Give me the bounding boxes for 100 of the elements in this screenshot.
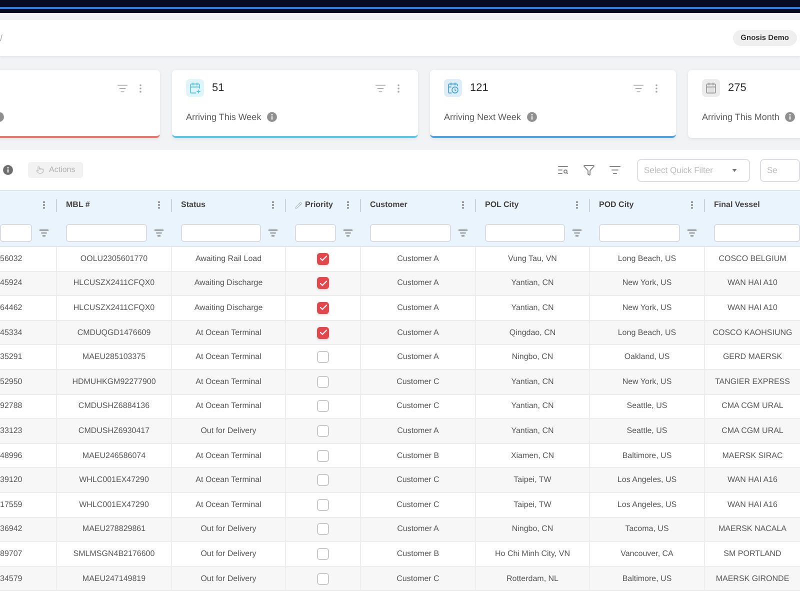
table-cell: TANGIER EXPRESS bbox=[715, 378, 790, 386]
priority-checkbox[interactable] bbox=[317, 450, 329, 462]
table-cell: GERD MAERSK bbox=[722, 353, 782, 362]
table-cell: Customer C bbox=[396, 402, 440, 410]
table-cell: Customer A bbox=[397, 426, 439, 435]
table-cell: Oakland, US bbox=[624, 353, 670, 362]
filter-icon[interactable] bbox=[343, 228, 353, 238]
table-cell: Ningbo, CN bbox=[512, 525, 554, 534]
table-cell: 36942 bbox=[0, 525, 22, 534]
table-cell: CMDUQGD1476609 bbox=[77, 328, 151, 337]
filter-icon[interactable] bbox=[687, 228, 697, 238]
breadcrumb: / bbox=[0, 34, 3, 42]
column-filter-input[interactable] bbox=[66, 224, 147, 242]
priority-checkbox[interactable] bbox=[317, 474, 329, 486]
priority-checkbox[interactable] bbox=[317, 572, 329, 585]
table-cell: SM PORTLAND bbox=[724, 550, 782, 558]
table-cell: Baltimore, US bbox=[622, 452, 672, 460]
table-cell: Taipei, TW bbox=[514, 500, 552, 509]
filter-icon[interactable] bbox=[268, 228, 278, 238]
pencil-icon bbox=[295, 202, 302, 208]
priority-checkbox[interactable] bbox=[317, 400, 329, 412]
priority-checkbox[interactable] bbox=[317, 252, 329, 265]
table-cell: Customer C bbox=[396, 574, 440, 583]
column-header[interactable]: MBL # bbox=[66, 201, 90, 209]
sort-filter-icon[interactable] bbox=[609, 164, 621, 176]
info-icon bbox=[785, 112, 796, 122]
table-cell: At Ocean Terminal bbox=[196, 402, 262, 410]
column-filter-input[interactable] bbox=[0, 224, 32, 242]
table-cell: Yantian, CN bbox=[511, 426, 554, 435]
priority-checkbox[interactable] bbox=[317, 548, 329, 560]
column-header[interactable]: POD City bbox=[599, 201, 634, 209]
column-header[interactable]: Final Vessel bbox=[714, 201, 760, 209]
table-cell: At Ocean Terminal bbox=[196, 500, 262, 509]
table-cell: New York, US bbox=[622, 279, 672, 288]
table-cell: Ningbo, CN bbox=[512, 353, 554, 362]
column-filter-input[interactable] bbox=[181, 224, 261, 242]
priority-checkbox[interactable] bbox=[317, 376, 329, 388]
table-cell: Long Beach, US bbox=[618, 254, 676, 263]
card-count: 275 bbox=[728, 82, 746, 94]
check-icon bbox=[318, 328, 328, 338]
column-filter-input[interactable] bbox=[485, 224, 565, 242]
table-cell: Out for Delivery bbox=[200, 574, 256, 583]
table-cell: Vancouver, CA bbox=[620, 550, 674, 558]
priority-checkbox[interactable] bbox=[317, 302, 329, 314]
table-cell: Out for Delivery bbox=[200, 550, 256, 558]
column-header[interactable]: Customer bbox=[370, 201, 408, 209]
table-cell: MAEU285103375 bbox=[82, 353, 146, 362]
table-cell: 92788 bbox=[0, 402, 22, 410]
table-cell: HLCUSZX2411CFQX0 bbox=[73, 279, 155, 288]
search-field[interactable]: Se bbox=[760, 158, 800, 182]
table-cell: Customer A bbox=[397, 328, 439, 337]
table-cell: 45924 bbox=[0, 279, 22, 288]
table-cell: Qingdao, CN bbox=[509, 328, 556, 337]
column-header[interactable]: Status bbox=[181, 201, 206, 209]
calendar-plus-icon bbox=[186, 79, 204, 97]
table-cell: WHLC001EX47290 bbox=[79, 476, 149, 484]
table-cell: 45334 bbox=[0, 328, 22, 337]
table-cell: Seattle, US bbox=[626, 402, 668, 410]
priority-checkbox[interactable] bbox=[317, 523, 329, 536]
filter-icon[interactable] bbox=[39, 228, 49, 238]
priority-checkbox[interactable] bbox=[317, 424, 329, 437]
column-filter-input[interactable] bbox=[599, 224, 680, 242]
table-cell: Tacoma, US bbox=[625, 525, 669, 534]
search-list-icon[interactable] bbox=[557, 164, 569, 176]
table-cell: Customer C bbox=[396, 500, 440, 509]
priority-checkbox[interactable] bbox=[317, 326, 329, 339]
column-header[interactable]: Priority bbox=[295, 201, 334, 209]
info-icon bbox=[3, 165, 13, 175]
table-cell: Customer A bbox=[397, 525, 439, 534]
card-label: Arriving Next Week bbox=[444, 112, 521, 122]
priority-checkbox[interactable] bbox=[317, 498, 329, 511]
card-count: 51 bbox=[212, 82, 224, 94]
table-cell: 39120 bbox=[0, 476, 22, 484]
table-cell: 48996 bbox=[0, 452, 22, 460]
table-cell: At Ocean Terminal bbox=[196, 476, 262, 484]
filter-icon[interactable] bbox=[583, 164, 595, 176]
table-cell: MAEU247149819 bbox=[82, 574, 146, 583]
column-header[interactable]: POL City bbox=[485, 201, 519, 209]
pointer-icon bbox=[36, 166, 44, 174]
table-cell: COSCO BELGIUM bbox=[718, 254, 786, 263]
column-filter-input[interactable] bbox=[714, 224, 800, 242]
calendar-icon bbox=[702, 79, 720, 97]
table-cell: CMDUSHZ6930417 bbox=[78, 426, 150, 435]
filter-icon[interactable] bbox=[154, 228, 164, 238]
table-cell: At Ocean Terminal bbox=[196, 378, 262, 386]
table-cell: COSCO KAOHSIUNG bbox=[712, 328, 792, 337]
column-filter-input[interactable] bbox=[370, 224, 451, 242]
table-cell: Customer A bbox=[397, 353, 439, 362]
table-cell: WAN HAI A10 bbox=[728, 279, 778, 288]
table-cell: CMDUSHZ6884136 bbox=[78, 402, 150, 410]
table-cell: MAERSK NACALA bbox=[718, 525, 787, 534]
filter-icon[interactable] bbox=[458, 228, 468, 238]
priority-checkbox[interactable] bbox=[317, 277, 329, 290]
column-filter-input[interactable] bbox=[295, 224, 336, 242]
priority-checkbox[interactable] bbox=[317, 351, 329, 364]
filter-icon[interactable] bbox=[572, 228, 582, 238]
table-cell: Rotterdam, NL bbox=[506, 574, 559, 583]
table-cell: Xiamen, CN bbox=[510, 452, 554, 460]
card-label: Arriving This Week bbox=[186, 112, 262, 122]
check-icon bbox=[318, 278, 328, 288]
